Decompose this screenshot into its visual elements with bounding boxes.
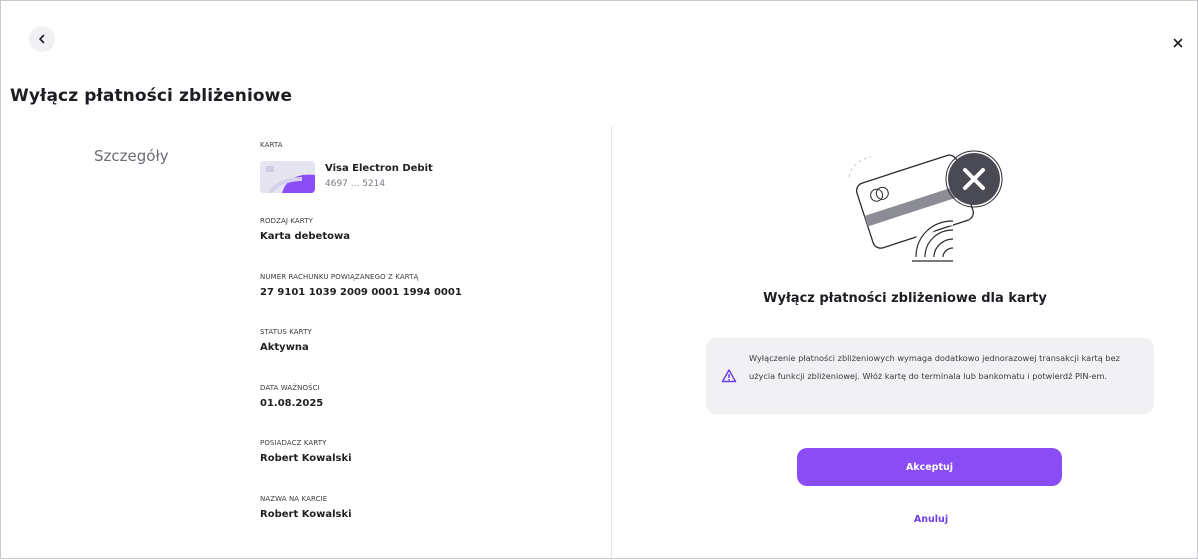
card-field: KARTA (260, 141, 283, 149)
back-button[interactable] (29, 26, 55, 52)
panel-title: Wyłącz płatności zbliżeniowe dla karty (763, 291, 1047, 306)
column-divider (611, 126, 612, 560)
detail-field: POSIADACZ KARTY Robert Kowalski (260, 439, 352, 464)
field-label: NAZWA NA KARCIE (260, 495, 328, 503)
info-box: Wyłączenie płatności zbliżeniowych wymag… (706, 338, 1154, 414)
detail-field: NAZWA NA KARCIE Robert Kowalski (260, 495, 352, 520)
field-label: POSIADACZ KARTY (260, 439, 327, 447)
close-icon (1173, 38, 1183, 48)
contactless-disabled-illustration (848, 150, 1003, 262)
field-label: DATA WAŻNOŚCI (260, 384, 320, 392)
detail-field: RODZAJ KARTY Karta debetowa (260, 217, 350, 242)
card-thumbnail (260, 161, 315, 193)
field-value: 27 9101 1039 2009 0001 1994 0001 (260, 287, 462, 298)
info-text: Wyłączenie płatności zbliżeniowych wymag… (749, 353, 1120, 381)
field-label: STATUS KARTY (260, 328, 312, 336)
detail-field: NUMER RACHUNKU POWIĄZANEGO Z KARTĄ 27 91… (260, 273, 462, 298)
warning-icon (721, 369, 737, 383)
card-image (260, 161, 315, 193)
field-label: NUMER RACHUNKU POWIĄZANEGO Z KARTĄ (260, 273, 419, 281)
modal-window: Wyłącz płatności zbliżeniowe Szczegóły K… (0, 0, 1198, 560)
field-value: 01.08.2025 (260, 398, 324, 409)
field-value: Karta debetowa (260, 231, 350, 242)
card-number: 4697 ... 5214 (325, 179, 386, 189)
field-label: RODZAJ KARTY (260, 217, 313, 225)
chevron-left-icon (39, 34, 45, 44)
section-label: Szczegóły (94, 147, 169, 165)
accept-button[interactable]: Akceptuj (797, 448, 1062, 486)
detail-field: STATUS KARTY Aktywna (260, 328, 312, 353)
field-label: KARTA (260, 141, 283, 149)
detail-field: DATA WAŻNOŚCI 01.08.2025 (260, 384, 323, 409)
field-value: Robert Kowalski (260, 509, 352, 520)
close-button[interactable] (1165, 30, 1191, 56)
page-title: Wyłącz płatności zbliżeniowe (10, 86, 293, 106)
card-name: Visa Electron Debit (325, 163, 433, 174)
field-value: Aktywna (260, 342, 309, 353)
cancel-link[interactable]: Anuluj (611, 514, 1198, 525)
field-value: Robert Kowalski (260, 453, 352, 464)
